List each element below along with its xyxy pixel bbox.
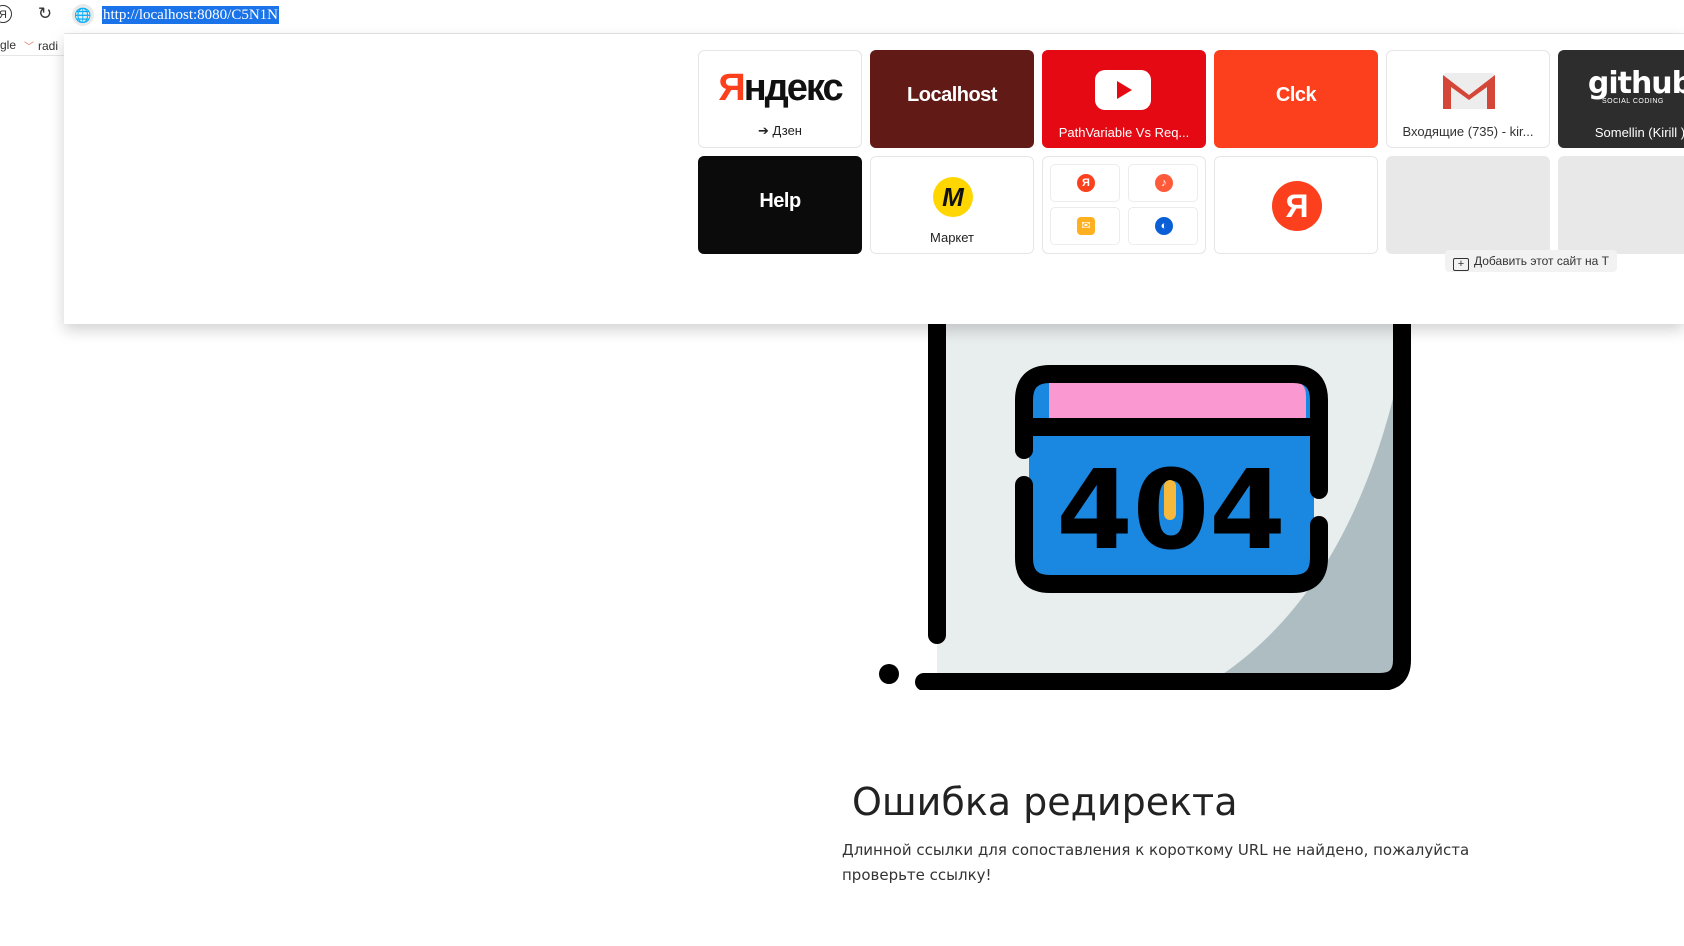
music-icon: ♪ bbox=[1155, 174, 1173, 192]
bookmark-radio[interactable]: ﹀ radi bbox=[24, 38, 58, 53]
tile-caption: PathVariable Vs Req... bbox=[1058, 125, 1190, 140]
tile-title: Clck bbox=[1275, 84, 1317, 106]
tile-clck[interactable]: Clck bbox=[1214, 50, 1378, 148]
bookmark-radio-label: radi bbox=[38, 39, 59, 53]
url-text-selected[interactable]: http://localhost:8080/C5N1N bbox=[102, 6, 279, 24]
yandex-icon: Я bbox=[1077, 174, 1095, 192]
tile-empty[interactable] bbox=[1558, 156, 1684, 254]
tile-gmail[interactable]: Входящие (735) - kir... bbox=[1386, 50, 1550, 148]
plus-icon: + bbox=[1453, 258, 1469, 271]
bookmarks-divider bbox=[0, 55, 64, 56]
browser-toolbar-left: Я ↻ gle ﹀ radi bbox=[0, 0, 64, 60]
tile-github[interactable]: github SOCIAL CODING Somellin (Kirill ) bbox=[1558, 50, 1684, 148]
tile-help[interactable]: Help bbox=[698, 156, 862, 254]
gmail-icon bbox=[1443, 73, 1495, 109]
tile-caption: Входящие (735) - kir... bbox=[1402, 124, 1534, 139]
tile-title: Help bbox=[759, 190, 801, 212]
tile-yandex-circle[interactable]: Я bbox=[1214, 156, 1378, 254]
tile-title: Localhost bbox=[907, 84, 997, 106]
tile-empty[interactable] bbox=[1386, 156, 1550, 254]
bookmark-google[interactable]: gle bbox=[0, 38, 16, 52]
error-title: Ошибка редиректа bbox=[852, 780, 1238, 824]
yandex-icon: Я bbox=[1272, 181, 1322, 231]
tile-caption: Маркет bbox=[929, 230, 975, 245]
service-cell[interactable]: ✉ bbox=[1050, 207, 1120, 245]
service-cell[interactable]: Я bbox=[1050, 164, 1120, 202]
tile-yandex-services[interactable]: Я ♪ ✉ ◐ bbox=[1042, 156, 1206, 254]
add-site-label: Добавить этот сайт на Т bbox=[1474, 254, 1609, 268]
yandex-browser-button[interactable]: Я bbox=[0, 5, 12, 23]
add-site-button[interactable]: + Добавить этот сайт на Т bbox=[1445, 250, 1617, 272]
mail-icon: ✉ bbox=[1077, 217, 1095, 235]
radio-icon: ﹀ bbox=[24, 42, 34, 53]
address-bar[interactable]: 🌐 http://localhost:8080/C5N1N bbox=[64, 0, 1684, 34]
disk-icon: ◐ bbox=[1155, 217, 1173, 235]
service-cell[interactable]: ♪ bbox=[1128, 164, 1198, 202]
tile-youtube[interactable]: PathVariable Vs Req... bbox=[1042, 50, 1206, 148]
omnibox-dropdown: Яндекс ➔ Дзен Localhost PathVariable Vs … bbox=[64, 34, 1684, 324]
github-logo: github bbox=[1587, 66, 1684, 101]
service-cell[interactable]: ◐ bbox=[1128, 207, 1198, 245]
tile-caption: Somellin (Kirill ) bbox=[1594, 125, 1684, 140]
error-404-illustration: 404 bbox=[879, 290, 1411, 690]
yandex-logo: Яндекс bbox=[718, 67, 843, 109]
github-subtitle: SOCIAL CODING bbox=[1602, 98, 1664, 105]
reload-icon[interactable]: ↻ bbox=[35, 4, 55, 24]
tile-yandex[interactable]: Яндекс ➔ Дзен bbox=[698, 50, 862, 148]
site-info-icon[interactable]: 🌐 bbox=[72, 4, 94, 26]
tile-caption: ➔ Дзен bbox=[758, 123, 802, 138]
error-message: Длинной ссылки для сопоставления к корот… bbox=[842, 841, 1470, 884]
market-icon: M bbox=[933, 177, 973, 217]
tile-market[interactable]: M Маркет bbox=[870, 156, 1034, 254]
tile-localhost[interactable]: Localhost bbox=[870, 50, 1034, 148]
youtube-icon bbox=[1095, 70, 1151, 110]
